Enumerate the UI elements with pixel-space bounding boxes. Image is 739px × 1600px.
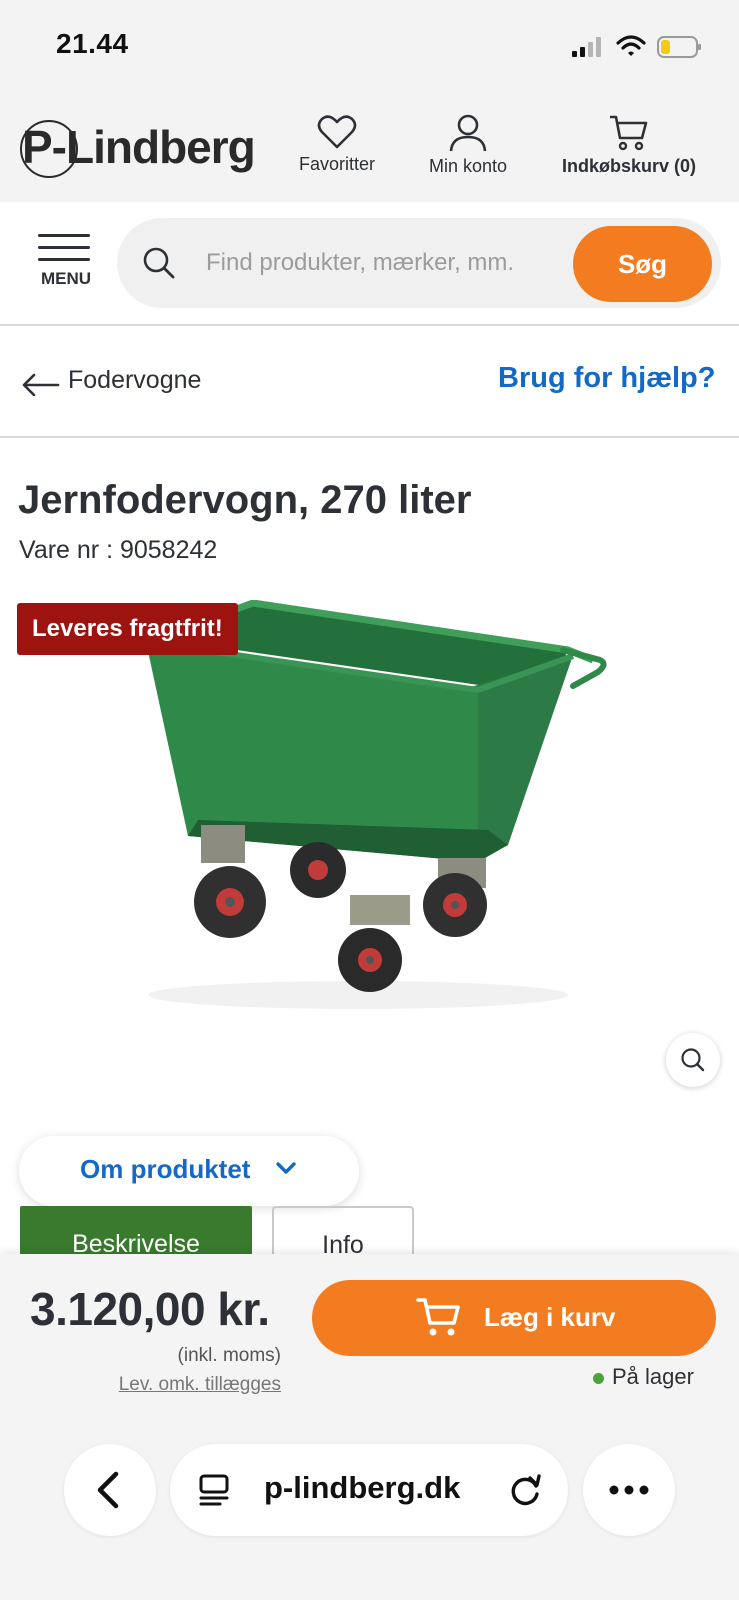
- zoom-icon: [681, 1048, 705, 1072]
- chevron-left-icon: [97, 1471, 119, 1509]
- browser-back-button[interactable]: [64, 1444, 156, 1536]
- wifi-icon: [616, 35, 646, 56]
- about-product-label[interactable]: Om produktet: [80, 1154, 250, 1185]
- favorites-label: Favoritter: [298, 154, 376, 174]
- more-icon: [609, 1485, 649, 1495]
- stock-status-dot: [593, 1373, 604, 1384]
- vat-note: (inkl. moms): [177, 1345, 281, 1366]
- stock-status: På lager: [612, 1364, 694, 1389]
- arrow-left-icon[interactable]: [22, 372, 60, 396]
- cart-icon: [416, 1298, 460, 1336]
- product-sku: Vare nr : 9058242: [19, 536, 218, 564]
- account-label: Min konto: [428, 156, 508, 176]
- search-input[interactable]: [206, 240, 556, 286]
- product-title: Jernfodervogn, 270 liter: [18, 478, 472, 522]
- cart-icon: [610, 115, 648, 151]
- heart-icon: [317, 115, 357, 149]
- product-price: 3.120,00 kr.: [30, 1283, 270, 1335]
- search-icon: [143, 247, 175, 279]
- menu-icon-line: [38, 246, 90, 249]
- shipping-cost-link[interactable]: Lev. omk. tillægges: [0, 1374, 281, 1396]
- favorites-button[interactable]: Favoritter: [292, 114, 382, 175]
- zoom-button[interactable]: [666, 1033, 720, 1087]
- battery-icon: [657, 36, 701, 58]
- menu-label: MENU: [40, 269, 92, 288]
- account-button[interactable]: Min konto: [420, 114, 516, 177]
- reload-icon[interactable]: [508, 1472, 544, 1508]
- menu-button[interactable]: MENU: [38, 234, 94, 289]
- chevron-down-icon[interactable]: [275, 1160, 297, 1176]
- add-to-cart-label[interactable]: Læg i kurv: [484, 1302, 615, 1333]
- help-link[interactable]: Brug for hjælp?: [498, 362, 715, 395]
- product-image[interactable]: [18, 600, 700, 1040]
- menu-icon-line: [38, 258, 90, 261]
- free-shipping-badge: Leveres fragtfrit!: [17, 603, 238, 655]
- user-icon: [449, 114, 487, 152]
- menu-icon: [38, 234, 90, 237]
- cart-button[interactable]: Indkøbskurv (0): [556, 114, 702, 177]
- browser-more-button[interactable]: [583, 1444, 675, 1536]
- site-logo[interactable]: P-Lindberg: [22, 120, 256, 174]
- search-button[interactable]: Søg: [573, 226, 712, 302]
- signal-icon: [572, 37, 601, 57]
- breadcrumb-back-link[interactable]: Fodervogne: [68, 366, 201, 395]
- status-time: 21.44: [56, 28, 129, 59]
- cart-label: Indkøbskurv (0): [561, 156, 697, 176]
- page-menu-icon[interactable]: [198, 1473, 232, 1507]
- browser-url[interactable]: p-lindberg.dk: [264, 1470, 460, 1506]
